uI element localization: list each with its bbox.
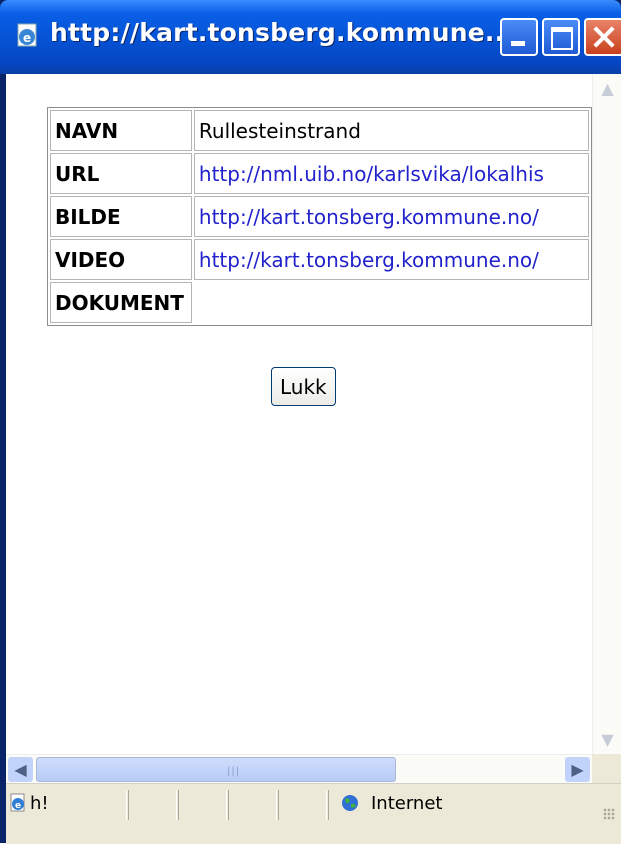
- status-bar: e h! Internet: [6, 783, 621, 844]
- table-row: URL http://nml.uib.no/karlsvika/lokalhis: [50, 153, 589, 194]
- bilde-link[interactable]: http://kart.tonsberg.kommune.no/: [193, 196, 589, 237]
- grip-icon: |||: [227, 766, 241, 777]
- video-link[interactable]: http://kart.tonsberg.kommune.no/: [193, 239, 589, 280]
- vertical-scrollbar[interactable]: ▲ ▼: [592, 74, 621, 754]
- minimize-button[interactable]: [500, 18, 538, 56]
- window-title: http://kart.tonsberg.kommune....: [50, 18, 524, 47]
- scroll-up-arrow-icon[interactable]: ▲: [595, 76, 620, 101]
- ie-popup-window: e http://kart.tonsberg.kommune.... NAVN …: [0, 0, 621, 844]
- horizontal-scrollbar[interactable]: ◀ ||| ▶: [6, 754, 592, 784]
- title-bar[interactable]: e http://kart.tonsberg.kommune....: [0, 0, 621, 74]
- row-value-navn: Rullesteinstrand: [193, 110, 589, 151]
- resize-grip-icon[interactable]: [603, 808, 615, 820]
- internet-zone-globe-icon: [342, 795, 358, 811]
- security-zone-label: Internet: [371, 793, 443, 814]
- lukk-button[interactable]: Lukk: [271, 367, 336, 406]
- row-label-video: VIDEO: [50, 239, 192, 280]
- close-window-button[interactable]: [584, 18, 621, 56]
- status-divider: [326, 790, 329, 820]
- svg-text:e: e: [15, 801, 21, 811]
- info-table: NAVN Rullesteinstrand URL http://nml.uib…: [47, 107, 592, 326]
- table-row: VIDEO http://kart.tonsberg.kommune.no/: [50, 239, 589, 280]
- url-link[interactable]: http://nml.uib.no/karlsvika/lokalhis: [193, 153, 589, 194]
- scroll-down-arrow-icon[interactable]: ▼: [595, 727, 620, 752]
- row-value-dokument: [194, 282, 589, 323]
- row-label-navn: NAVN: [50, 110, 192, 151]
- status-divider: [226, 790, 229, 820]
- table-row: NAVN Rullesteinstrand: [50, 110, 589, 151]
- table-row: DOKUMENT: [50, 282, 589, 323]
- scroll-left-arrow-icon[interactable]: ◀: [8, 757, 33, 782]
- svg-text:e: e: [23, 31, 31, 45]
- status-text: h!: [30, 793, 49, 814]
- row-label-bilde: BILDE: [50, 196, 192, 237]
- ie-page-icon: e: [10, 793, 25, 812]
- status-divider: [126, 790, 129, 820]
- horizontal-scroll-thumb[interactable]: |||: [36, 757, 396, 782]
- scroll-right-arrow-icon[interactable]: ▶: [565, 757, 590, 782]
- browser-client-area: NAVN Rullesteinstrand URL http://nml.uib…: [6, 74, 621, 844]
- status-divider: [276, 790, 279, 820]
- scrollbar-corner: [592, 754, 621, 783]
- page-content: NAVN Rullesteinstrand URL http://nml.uib…: [6, 74, 592, 754]
- status-divider: [176, 790, 179, 820]
- ie-page-icon: e: [17, 23, 37, 47]
- row-label-url: URL: [50, 153, 192, 194]
- maximize-button[interactable]: [542, 18, 580, 56]
- row-label-dokument: DOKUMENT: [50, 282, 192, 323]
- table-row: BILDE http://kart.tonsberg.kommune.no/: [50, 196, 589, 237]
